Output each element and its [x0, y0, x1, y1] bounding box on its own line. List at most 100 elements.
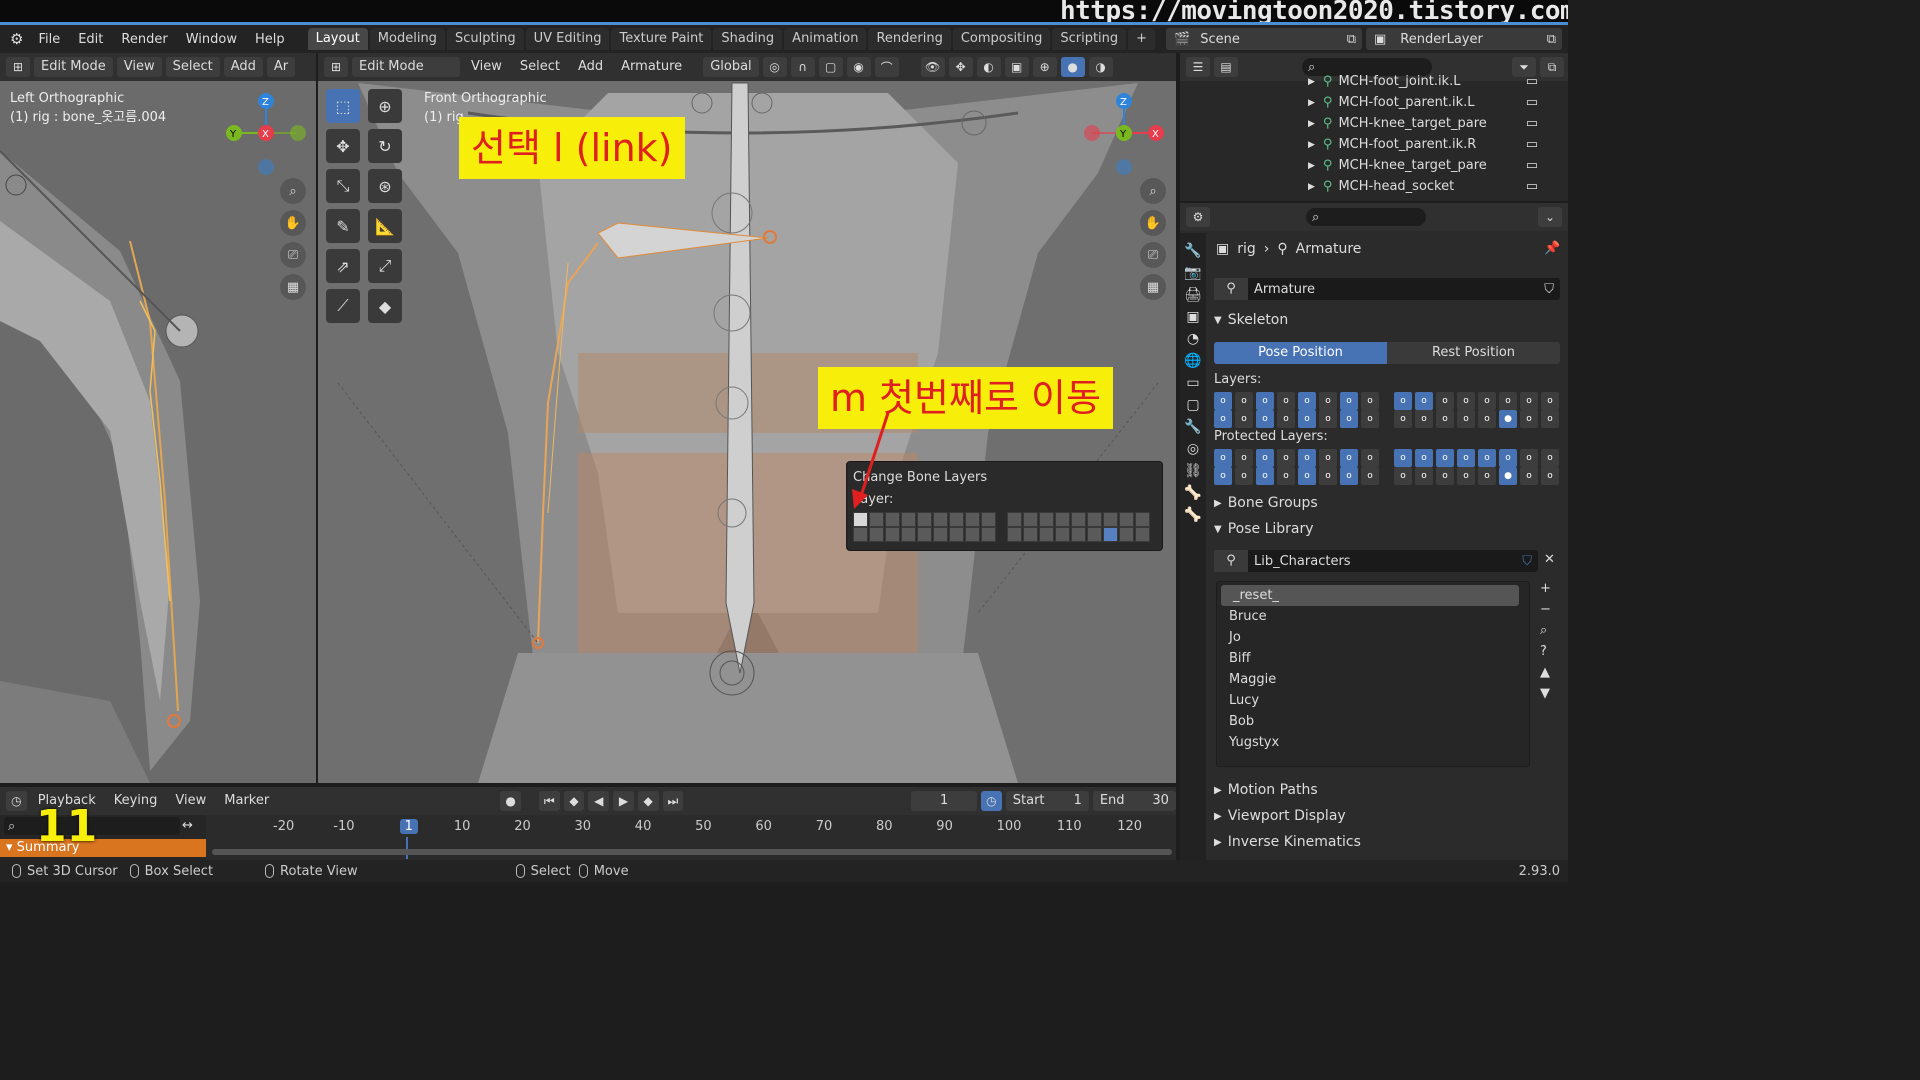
bone-size-tool-icon[interactable]: ⟋	[326, 289, 360, 323]
layer-toggle[interactable]: o	[1436, 410, 1454, 428]
remove-pose-icon[interactable]: −	[1540, 602, 1551, 617]
pan-hand-icon[interactable]: ✋	[280, 210, 306, 236]
popup-layer-cell[interactable]	[1055, 512, 1070, 527]
layer-toggle[interactable]: o	[1319, 449, 1337, 467]
magnify-icon[interactable]: ⌕	[1540, 623, 1551, 638]
move-tool-icon[interactable]: ✥	[326, 129, 360, 163]
popup-layer-cell[interactable]	[1103, 527, 1118, 542]
play-icon[interactable]: ▶	[613, 791, 634, 811]
popup-layer-cell[interactable]	[949, 527, 964, 542]
layer-toggle[interactable]: o	[1340, 467, 1358, 485]
pose-position-button[interactable]: Pose Position	[1214, 342, 1387, 364]
overlay-icon[interactable]: ◐	[976, 57, 1001, 77]
current-frame-field[interactable]: 1	[911, 791, 978, 811]
layer-toggle[interactable]: o	[1478, 392, 1496, 410]
left-armature-menu[interactable]: Ar	[266, 57, 296, 77]
layer-toggle[interactable]: o	[1235, 449, 1253, 467]
layer-toggle[interactable]: o	[1415, 467, 1433, 485]
layer-toggle[interactable]: o	[1457, 410, 1475, 428]
popup-layer-cell[interactable]	[933, 512, 948, 527]
popup-layer-cell[interactable]	[981, 527, 996, 542]
popup-layer-cell[interactable]	[949, 512, 964, 527]
main-add-menu[interactable]: Add	[571, 57, 610, 77]
swap-icon[interactable]: ↔	[182, 818, 193, 833]
visibility-icon[interactable]: ▭	[1526, 95, 1538, 110]
layer-toggle[interactable]: o	[1541, 392, 1559, 410]
start-frame-field[interactable]: Start 1	[1005, 791, 1089, 811]
layer-toggle[interactable]: o	[1235, 410, 1253, 428]
add-workspace-button[interactable]: +	[1128, 28, 1156, 50]
tab-uv-editing[interactable]: UV Editing	[525, 28, 610, 50]
visibility-eye-icon[interactable]: 👁	[920, 57, 945, 77]
timeline-view-menu[interactable]: View	[168, 791, 213, 811]
scene-tab-icon[interactable]: ◔	[1187, 331, 1199, 347]
popup-layer-grid[interactable]	[853, 512, 1151, 542]
popup-layer-cell[interactable]	[917, 512, 932, 527]
zoom-icon[interactable]: ⌕	[1140, 178, 1166, 204]
play-reverse-icon[interactable]: ◀	[588, 791, 610, 811]
tab-compositing[interactable]: Compositing	[952, 28, 1051, 50]
armature-data-field[interactable]: ⚲ Armature ⛉	[1214, 278, 1560, 300]
layer-toggle[interactable]: o	[1277, 410, 1295, 428]
popup-layer-cell[interactable]	[965, 527, 980, 542]
inverse-kinematics-panel-header[interactable]: ▶ Inverse Kinematics	[1214, 834, 1361, 850]
layer-toggle[interactable]: o	[1394, 449, 1412, 467]
popup-layer-cell[interactable]	[1135, 527, 1150, 542]
tab-layout[interactable]: Layout	[307, 28, 368, 50]
layer-toggle[interactable]: o	[1436, 467, 1454, 485]
popup-layer-cell[interactable]	[869, 527, 884, 542]
layer-toggle[interactable]: o	[1256, 392, 1274, 410]
editor-type-icon[interactable]: ⚙	[1186, 207, 1210, 227]
menu-help[interactable]: Help	[246, 32, 294, 47]
layer-toggle[interactable]: ●	[1499, 467, 1517, 485]
layer-toggle[interactable]: o	[1256, 467, 1274, 485]
popup-layer-cell[interactable]	[1071, 527, 1086, 542]
help-icon[interactable]: ?	[1540, 644, 1551, 659]
armature-layers-grid[interactable]: o o o o o o o o o o o o o o o o o o o o o o o o o o o o o ● o o	[1214, 392, 1562, 428]
layer-toggle[interactable]: o	[1478, 410, 1496, 428]
layer-toggle[interactable]: o	[1277, 392, 1295, 410]
visibility-icon[interactable]: ▭	[1526, 116, 1538, 131]
layer-toggle[interactable]: o	[1277, 467, 1295, 485]
pose-library-panel-header[interactable]: ▼ Pose Library	[1214, 521, 1314, 537]
popup-layer-cell[interactable]	[885, 512, 900, 527]
constraint-tab-icon[interactable]: ⛓	[1184, 463, 1202, 479]
tab-rendering[interactable]: Rendering	[868, 28, 951, 50]
bone-groups-panel-header[interactable]: ▶ Bone Groups	[1214, 495, 1318, 511]
editor-type-icon[interactable]: ◷	[6, 791, 27, 811]
outliner-item[interactable]: ▶ ⚲ MCH-foot_parent.ik.R ▭	[1180, 134, 1568, 155]
popup-layer-cell[interactable]	[853, 527, 868, 542]
grid-icon[interactable]: ▦	[1140, 274, 1166, 300]
pose-list-item[interactable]: Bob	[1217, 711, 1529, 732]
layer-toggle[interactable]: o	[1235, 467, 1253, 485]
pose-list-item[interactable]: Bruce	[1217, 606, 1529, 627]
popup-layer-cell[interactable]	[1103, 512, 1118, 527]
pose-library-field[interactable]: ⚲ Lib_Characters ⛉	[1214, 550, 1538, 572]
popup-layer-cell[interactable]	[1007, 512, 1022, 527]
pose-list-item[interactable]: Biff	[1217, 648, 1529, 669]
menu-window[interactable]: Window	[177, 32, 246, 47]
menu-file[interactable]: File	[29, 32, 69, 47]
pose-list-item[interactable]: _reset_	[1221, 585, 1519, 606]
left-select-menu[interactable]: Select	[165, 57, 220, 77]
popup-layer-cell[interactable]	[1071, 512, 1086, 527]
snap-magnet-icon[interactable]: ∩	[790, 57, 815, 77]
layer-toggle[interactable]: o	[1541, 449, 1559, 467]
layer-toggle[interactable]: o	[1214, 449, 1232, 467]
main-axis-gizmo[interactable]: Z X Y	[1084, 89, 1174, 179]
next-keyframe-icon[interactable]: ◆	[637, 791, 659, 811]
pose-list[interactable]: _reset_ Bruce Jo Biff Maggie Lucy Bob Yugstyx	[1216, 581, 1530, 767]
layer-toggle[interactable]: o	[1499, 449, 1517, 467]
view-layer-tab-icon[interactable]: ▣	[1186, 309, 1199, 325]
layer-toggle[interactable]: o	[1319, 467, 1337, 485]
outliner-item[interactable]: ▶ ⚲ MCH-knee_target_pare ▭	[1180, 113, 1568, 134]
preview-range-clock-icon[interactable]: ◷	[981, 791, 1002, 811]
layer-toggle[interactable]: o	[1457, 467, 1475, 485]
jump-start-icon[interactable]: ⏮	[538, 791, 560, 811]
close-icon[interactable]: ✕	[1544, 552, 1555, 567]
move-down-icon[interactable]: ▼	[1540, 686, 1551, 701]
popup-layer-cell[interactable]	[1007, 527, 1022, 542]
falloff-icon[interactable]: ⌒	[874, 57, 899, 77]
view-layer-selector[interactable]: ▣ RenderLayer ⧉	[1366, 28, 1562, 50]
output-tab-icon[interactable]: 🖨	[1184, 287, 1202, 303]
